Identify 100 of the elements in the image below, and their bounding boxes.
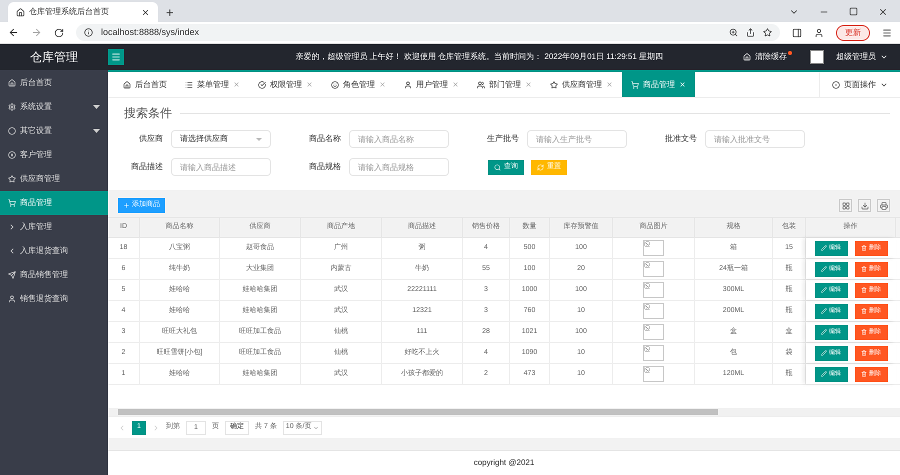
menu-icon[interactable] (882, 28, 892, 38)
user-icon (8, 295, 16, 303)
sidebar-item[interactable]: 系统设置 (0, 95, 108, 119)
new-tab-button[interactable]: + (166, 6, 174, 19)
horizontal-scrollbar[interactable] (108, 408, 900, 416)
broken-image-icon (643, 261, 664, 277)
avatar (810, 50, 824, 64)
pencil-icon (821, 350, 827, 356)
menu-toggle-button[interactable] (108, 49, 124, 65)
field-label: 批准文号 (664, 133, 697, 145)
plus-icon (123, 202, 130, 209)
pencil-icon (821, 308, 827, 314)
trash-icon (861, 308, 867, 314)
columns-button[interactable] (839, 199, 852, 212)
caret-icon (93, 105, 100, 109)
caret-icon (93, 129, 100, 133)
tab-title: 仓库管理系统后台首页 (29, 6, 110, 18)
refresh-icon (537, 164, 544, 170)
pencil-icon (821, 287, 827, 293)
close-icon[interactable] (141, 8, 150, 16)
broken-image-icon (643, 345, 664, 361)
caret-icon (880, 53, 888, 61)
input-field[interactable]: 请输入商品名称 (349, 130, 449, 148)
export-button[interactable] (858, 199, 871, 212)
app-logo: 仓库管理 (29, 49, 79, 66)
sidebar-item[interactable]: 入库管理 (0, 215, 108, 239)
sidebar-item[interactable]: 供应商管理 (0, 167, 108, 191)
home-icon (743, 53, 751, 61)
broken-image-icon (643, 303, 664, 319)
pencil-icon (821, 371, 827, 377)
sidebar-item[interactable]: 客户管理 (0, 143, 108, 167)
star-icon (8, 175, 16, 183)
trash-icon (861, 350, 867, 356)
star-icon[interactable] (763, 28, 772, 37)
maximize-icon[interactable] (849, 7, 858, 16)
page-tab[interactable]: 菜单管理 (176, 72, 249, 97)
trash-icon (861, 371, 867, 377)
browser-tab[interactable]: 仓库管理系统后台首页 (8, 2, 158, 22)
input-field[interactable]: 请输入商品描述 (171, 158, 271, 176)
zoom-icon[interactable] (729, 28, 738, 37)
sidebar-item[interactable]: 商品销售管理 (0, 263, 108, 287)
profile-icon[interactable] (814, 28, 824, 38)
input-field[interactable]: 请输入商品规格 (349, 158, 449, 176)
greeting-text: 亲爱的，超级管理员 上午好！ 欢迎使用 仓库管理系统。当前时间为： 2022年09月01日 11:29:51 星期四 (296, 51, 663, 63)
home-icon (8, 79, 16, 87)
side-panel-icon[interactable] (792, 28, 802, 38)
home-icon (123, 80, 131, 88)
field-label: 商品规格 (308, 161, 341, 173)
user-menu[interactable]: 超级管理员 (836, 51, 888, 63)
copyright-text: copyright @2021 (474, 457, 534, 469)
pencil-icon (821, 245, 827, 251)
page-tab[interactable]: 角色管理 (322, 72, 395, 97)
star-icon (550, 80, 558, 88)
sidebar-item[interactable]: 销售退货查询 (0, 287, 108, 311)
chevron-right-icon (8, 223, 16, 231)
broken-image-icon (643, 324, 664, 340)
input-field[interactable]: 请输入批准文号 (705, 130, 805, 148)
broken-image-icon (643, 240, 664, 256)
users-icon (477, 80, 485, 88)
user-icon (404, 80, 412, 88)
field-label: 生产批号 (486, 133, 519, 145)
trash-icon (861, 245, 867, 251)
supplier-select[interactable]: 请选择供应商 (171, 130, 271, 148)
caret-icon (256, 138, 262, 140)
caret-icon (313, 424, 320, 430)
input-field[interactable]: 请输入生产批号 (527, 130, 627, 148)
list-icon (185, 80, 193, 88)
sidebar-item[interactable]: 商品管理 (0, 191, 108, 215)
print-button[interactable] (877, 199, 890, 212)
cart-icon (631, 80, 639, 88)
page-actions-menu[interactable]: 页面操作 (819, 72, 900, 97)
share-icon[interactable] (746, 28, 755, 37)
check-circle-icon (258, 80, 266, 88)
sidebar-item[interactable]: 其它设置 (0, 119, 108, 143)
address-bar[interactable]: localhost:8888/sys/index (76, 24, 780, 41)
printer-icon (880, 202, 888, 210)
page-tab[interactable]: 供应商管理 (541, 72, 622, 97)
cart-icon (8, 199, 16, 207)
pencil-icon (821, 329, 827, 335)
page-tab[interactable]: 权限管理 (249, 72, 322, 97)
broken-image-icon (643, 282, 664, 298)
reload-icon[interactable] (54, 28, 64, 38)
info-icon (84, 28, 93, 37)
url-text: localhost:8888/sys/index (101, 26, 200, 39)
page-tab[interactable]: 部门管理 (468, 72, 541, 97)
sidebar-item[interactable]: 后台首页 (0, 71, 108, 95)
close-icon[interactable] (878, 7, 888, 17)
sidebar-item[interactable]: 入库退货查询 (0, 239, 108, 263)
page-tab[interactable]: 后台首页 (114, 72, 176, 97)
trash-icon (861, 266, 867, 272)
page-tab[interactable]: 商品管理 (622, 72, 695, 97)
section-legend: 搜索条件 (118, 104, 172, 122)
tab-favicon-icon (16, 8, 25, 16)
grid-icon (842, 202, 850, 210)
back-icon[interactable] (8, 27, 19, 38)
clear-cache-link[interactable]: 清除缓存 (755, 51, 787, 63)
page-tab[interactable]: 用户管理 (395, 72, 468, 97)
broken-image-icon (643, 366, 664, 382)
update-button[interactable]: 更新 (836, 24, 870, 40)
chevron-left-icon (8, 247, 16, 255)
